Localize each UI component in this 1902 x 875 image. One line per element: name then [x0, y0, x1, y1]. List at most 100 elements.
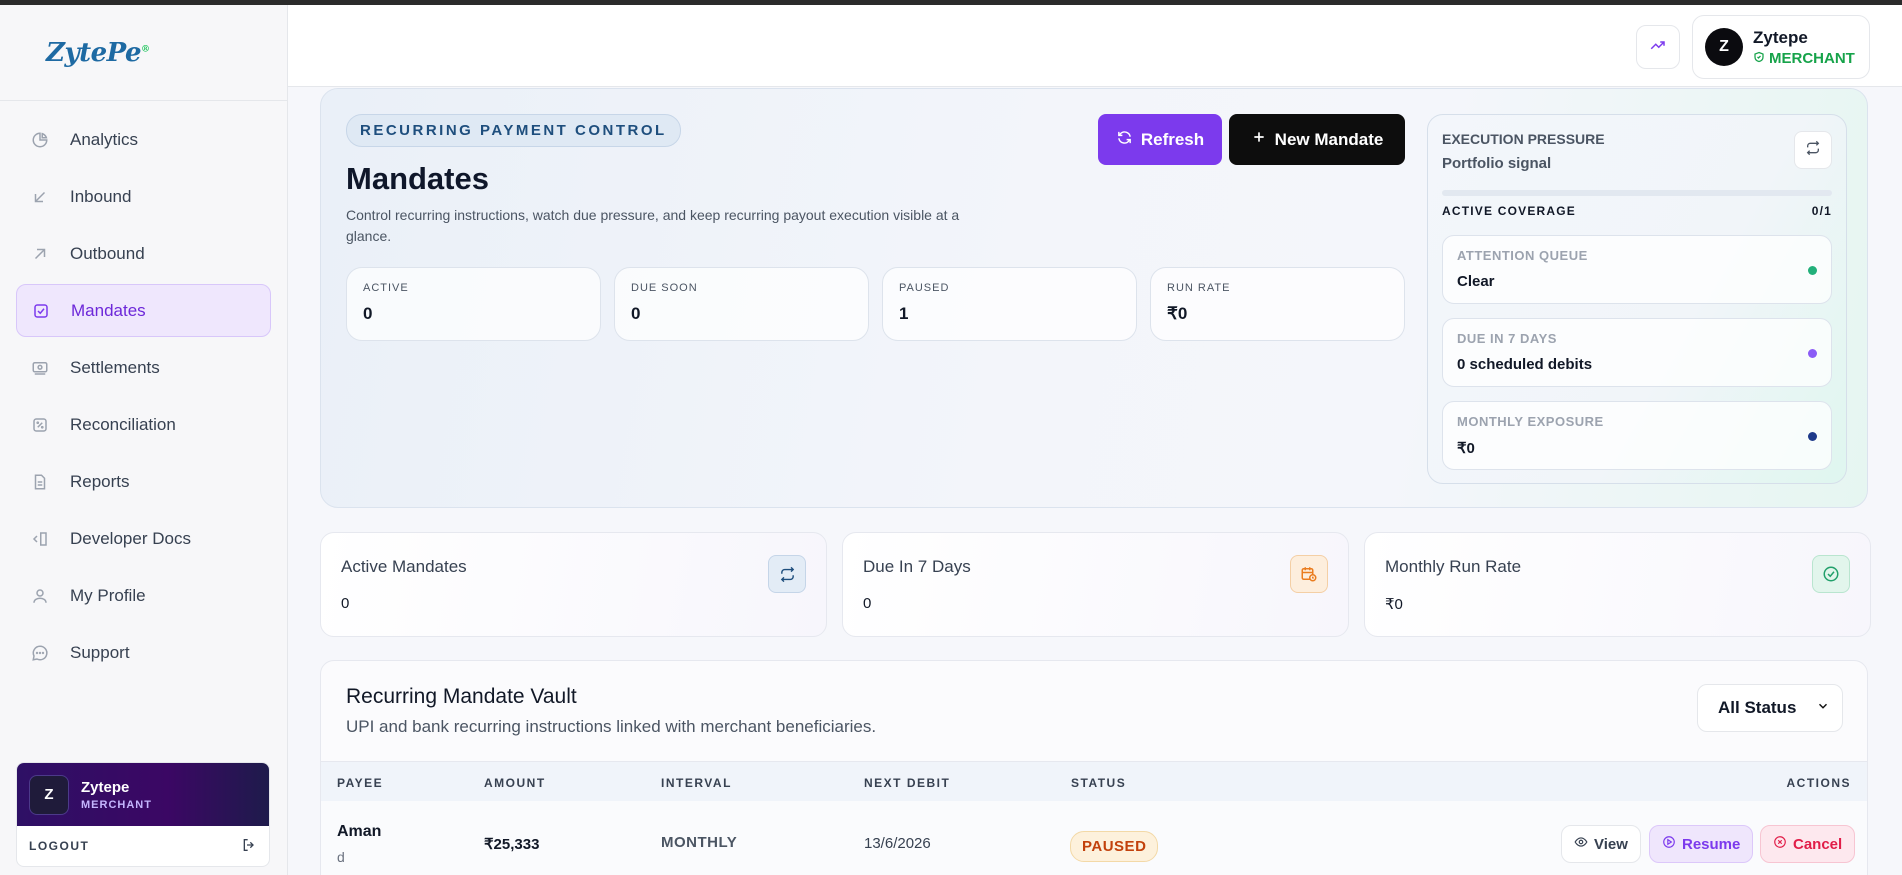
sidebar-item-label: Mandates — [71, 300, 146, 320]
vault-title: Recurring Mandate Vault — [346, 685, 577, 708]
sidebar-item-label: Reports — [70, 471, 130, 491]
sidebar-item-label: Outbound — [70, 243, 145, 263]
stat-value: ₹0 — [1385, 596, 1403, 613]
chevron-down-icon — [1816, 698, 1830, 718]
sidebar-item-label: Support — [70, 642, 130, 662]
plus-icon — [1251, 129, 1267, 150]
refresh-button[interactable]: Refresh — [1098, 114, 1222, 165]
panel-sync-button[interactable] — [1794, 131, 1832, 169]
play-circle-icon — [1662, 835, 1676, 853]
cash-icon — [30, 358, 50, 378]
payee-subtext: d — [337, 849, 345, 865]
sidebar-item-reconciliation[interactable]: Reconciliation — [16, 398, 271, 451]
logout-button[interactable]: LOGOUT — [17, 826, 269, 866]
status-filter-select[interactable]: All Status — [1697, 684, 1843, 732]
refresh-icon — [1116, 129, 1133, 151]
new-mandate-label: New Mandate — [1274, 129, 1384, 149]
sidebar-user-card: Z Zytepe MERCHANT LOGOUT — [16, 762, 270, 867]
cancel-button[interactable]: Cancel — [1760, 825, 1856, 863]
sidebar-item-label: Developer Docs — [70, 528, 191, 548]
stat-card-monthly-run-rate: Monthly Run Rate ₹0 — [1364, 532, 1871, 637]
view-button[interactable]: View — [1561, 825, 1641, 863]
status-dot — [1808, 349, 1817, 358]
sidebar-item-label: Analytics — [70, 129, 139, 149]
sidebar-item-label: Settlements — [70, 357, 160, 377]
item-value: ₹0 — [1457, 440, 1475, 457]
kpi-value: 0 — [363, 304, 373, 323]
trend-button[interactable] — [1636, 25, 1680, 69]
column-header-amount[interactable]: AMOUNT — [484, 776, 546, 790]
sidebar-item-inbound[interactable]: Inbound — [16, 170, 271, 223]
attention-queue-item: ATTENTION QUEUE Clear — [1442, 235, 1832, 304]
profile-role: MERCHANT — [1753, 50, 1855, 67]
kpi-active: ACTIVE 0 — [346, 267, 601, 341]
arrow-down-left-icon — [30, 187, 50, 207]
sidebar-item-label: Inbound — [70, 186, 132, 206]
kpi-paused: PAUSED 1 — [882, 267, 1137, 341]
section-tag: RECURRING PAYMENT CONTROL — [346, 114, 681, 147]
sidebar-item-reports[interactable]: Reports — [16, 455, 271, 508]
user-name: Zytepe — [81, 778, 130, 796]
kpi-label: RUN RATE — [1167, 282, 1231, 294]
kpi-value: 0 — [631, 304, 641, 323]
kpi-run-rate: RUN RATE ₹0 — [1150, 267, 1405, 341]
sidebar-item-my-profile[interactable]: My Profile — [16, 569, 271, 622]
sidebar-item-analytics[interactable]: Analytics — [16, 113, 271, 166]
panel-subtitle: Portfolio signal — [1442, 155, 1552, 172]
refresh-label: Refresh — [1140, 129, 1205, 149]
column-header-status[interactable]: STATUS — [1071, 776, 1126, 790]
new-mandate-button[interactable]: New Mandate — [1229, 114, 1405, 165]
item-label: DUE IN 7 DAYS — [1457, 331, 1557, 346]
mandate-vault: Recurring Mandate Vault UPI and bank rec… — [320, 660, 1868, 875]
sidebar-nav: Analytics Inbound Outbound Mandates Sett… — [0, 101, 287, 679]
profile-name: Zytepe — [1753, 27, 1808, 47]
stat-label: Active Mandates — [341, 557, 467, 576]
avatar: Z — [1705, 28, 1743, 66]
hero-kpis: ACTIVE 0 DUE SOON 0 PAUSED 1 RUN RATE ₹0 — [346, 267, 1405, 341]
logout-icon — [241, 837, 257, 856]
table-header: PAYEE AMOUNT INTERVAL NEXT DEBIT STATUS … — [321, 761, 1867, 801]
check-circle-icon — [1812, 555, 1850, 593]
user-icon — [30, 586, 50, 606]
percent-icon — [30, 415, 50, 435]
profile-chip[interactable]: Z Zytepe MERCHANT — [1692, 15, 1870, 79]
sidebar: ZytePe® Analytics Inbound Outbound Manda… — [0, 5, 288, 875]
sidebar-item-settlements[interactable]: Settlements — [16, 341, 271, 394]
page-title: Mandates — [346, 161, 489, 196]
brand-logo[interactable]: ZytePe® — [46, 38, 150, 68]
item-value: Clear — [1457, 273, 1495, 290]
status-badge: PAUSED — [1070, 831, 1159, 862]
vault-subtitle: UPI and bank recurring instructions link… — [346, 717, 877, 736]
mandate-interval: MONTHLY — [661, 834, 738, 851]
x-circle-icon — [1773, 835, 1787, 853]
column-header-next-debit[interactable]: NEXT DEBIT — [864, 776, 950, 790]
item-label: MONTHLY EXPOSURE — [1457, 414, 1604, 429]
kpi-value: 1 — [899, 304, 909, 323]
sidebar-item-developer-docs[interactable]: Developer Docs — [16, 512, 271, 565]
resume-button[interactable]: Resume — [1649, 825, 1754, 863]
trending-up-icon — [1649, 36, 1667, 59]
sidebar-item-support[interactable]: Support — [16, 626, 271, 679]
status-dot — [1808, 266, 1817, 275]
status-dot — [1808, 432, 1817, 441]
document-icon — [30, 472, 50, 492]
coverage-row: ACTIVE COVERAGE 0/1 — [1442, 204, 1832, 218]
cancel-label: Cancel — [1793, 835, 1843, 853]
eye-icon — [1574, 835, 1588, 853]
coverage-label: ACTIVE COVERAGE — [1442, 204, 1577, 218]
sidebar-item-label: Reconciliation — [70, 414, 176, 434]
page-description: Control recurring instructions, watch du… — [346, 207, 960, 244]
code-doc-icon — [30, 529, 50, 549]
sidebar-user-header[interactable]: Z Zytepe MERCHANT — [17, 763, 269, 826]
logout-label: LOGOUT — [29, 839, 90, 853]
sidebar-item-outbound[interactable]: Outbound — [16, 227, 271, 280]
stat-value: 0 — [863, 595, 872, 612]
coverage-progress-bar — [1442, 190, 1832, 196]
pie-chart-icon — [30, 130, 50, 150]
checkbox-icon — [31, 301, 51, 321]
resume-label: Resume — [1682, 835, 1741, 853]
sidebar-item-mandates[interactable]: Mandates — [16, 284, 271, 337]
item-label: ATTENTION QUEUE — [1457, 248, 1588, 263]
column-header-payee[interactable]: PAYEE — [337, 776, 383, 790]
column-header-interval[interactable]: INTERVAL — [661, 776, 732, 790]
